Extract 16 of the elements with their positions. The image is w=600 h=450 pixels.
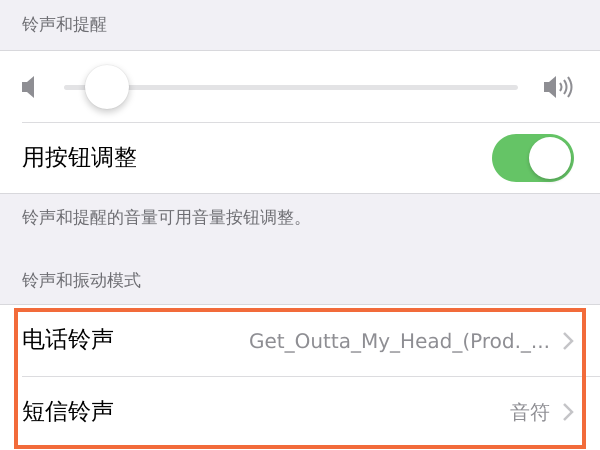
chevron-icon	[562, 330, 574, 350]
setting-value: Get_Outta_My_Head_(Prod._...	[248, 328, 550, 355]
section-header: 铃声和提醒	[22, 15, 107, 35]
footer-note: 铃声和提醒的音量可用音量按钮调整。	[22, 208, 311, 228]
setting-label: 电话铃声	[22, 326, 114, 356]
setting-value: 音符	[510, 399, 550, 426]
setting-row[interactable]: 电话铃声 Get_Outta_My_Head_(Prod._...	[0, 305, 600, 376]
speaker-low-icon	[22, 74, 34, 100]
slider-thumb[interactable]	[84, 64, 128, 108]
setting-label: 短信铃声	[22, 398, 114, 427]
setting-label: 用按钮调整	[22, 144, 137, 173]
volume-slider[interactable]	[64, 64, 518, 108]
toggle-switch[interactable]	[492, 134, 574, 182]
section-header: 铃声和振动模式	[22, 271, 141, 291]
chevron-icon	[562, 402, 574, 422]
setting-row[interactable]: 短信铃声 音符	[22, 376, 600, 447]
